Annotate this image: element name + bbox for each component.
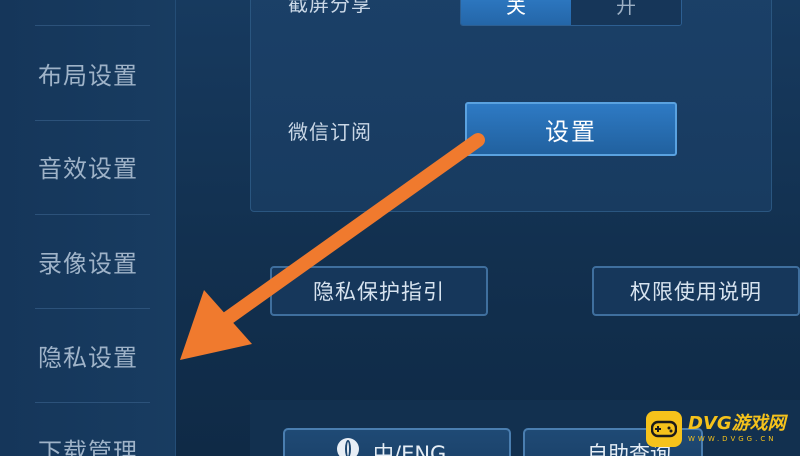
toggle-option-off[interactable]: 关 xyxy=(461,0,571,25)
sidebar-divider xyxy=(35,214,150,215)
gamepad-icon xyxy=(651,420,677,438)
screenshot-share-label: 截屏分享 xyxy=(288,0,372,16)
globe-icon xyxy=(337,438,359,456)
sidebar-divider xyxy=(35,25,150,26)
gamepad-logo-icon xyxy=(646,411,682,447)
watermark: DVG游戏网 WWW.DVGG.CN xyxy=(646,404,796,454)
sidebar-divider xyxy=(35,308,150,309)
sidebar-item-download[interactable]: 下载管理 xyxy=(0,424,175,456)
sidebar-divider xyxy=(35,120,150,121)
permission-info-button[interactable]: 权限使用说明 xyxy=(592,266,800,316)
sidebar-item-recording[interactable]: 录像设置 xyxy=(0,236,175,286)
watermark-title: DVG游戏网 xyxy=(688,413,786,434)
settings-screen: 布局设置 音效设置 录像设置 隐私设置 下载管理 截屏分享 关 开 微信订阅 设… xyxy=(0,0,800,456)
privacy-guide-button[interactable]: 隐私保护指引 xyxy=(270,266,488,316)
toggle-option-on[interactable]: 开 xyxy=(571,0,681,25)
wechat-settings-button[interactable]: 设置 xyxy=(465,102,677,156)
sidebar-item-sound[interactable]: 音效设置 xyxy=(0,141,175,191)
language-button-label: 中/ENG xyxy=(373,442,447,456)
watermark-subtitle: WWW.DVGG.CN xyxy=(688,435,777,443)
language-button[interactable]: 中/ENG xyxy=(283,428,511,456)
arrow-head xyxy=(180,290,252,360)
sidebar-divider xyxy=(35,402,150,403)
wechat-subscribe-label: 微信订阅 xyxy=(288,120,372,144)
sidebar-item-layout[interactable]: 布局设置 xyxy=(0,48,175,98)
watermark-text: DVG游戏网 WWW.DVGG.CN xyxy=(688,415,786,443)
settings-sidebar: 布局设置 音效设置 录像设置 隐私设置 下载管理 xyxy=(0,0,176,456)
sidebar-item-hidden-top xyxy=(0,0,175,40)
sidebar-item-privacy[interactable]: 隐私设置 xyxy=(0,330,175,380)
screenshot-share-toggle: 关 开 xyxy=(460,0,682,26)
